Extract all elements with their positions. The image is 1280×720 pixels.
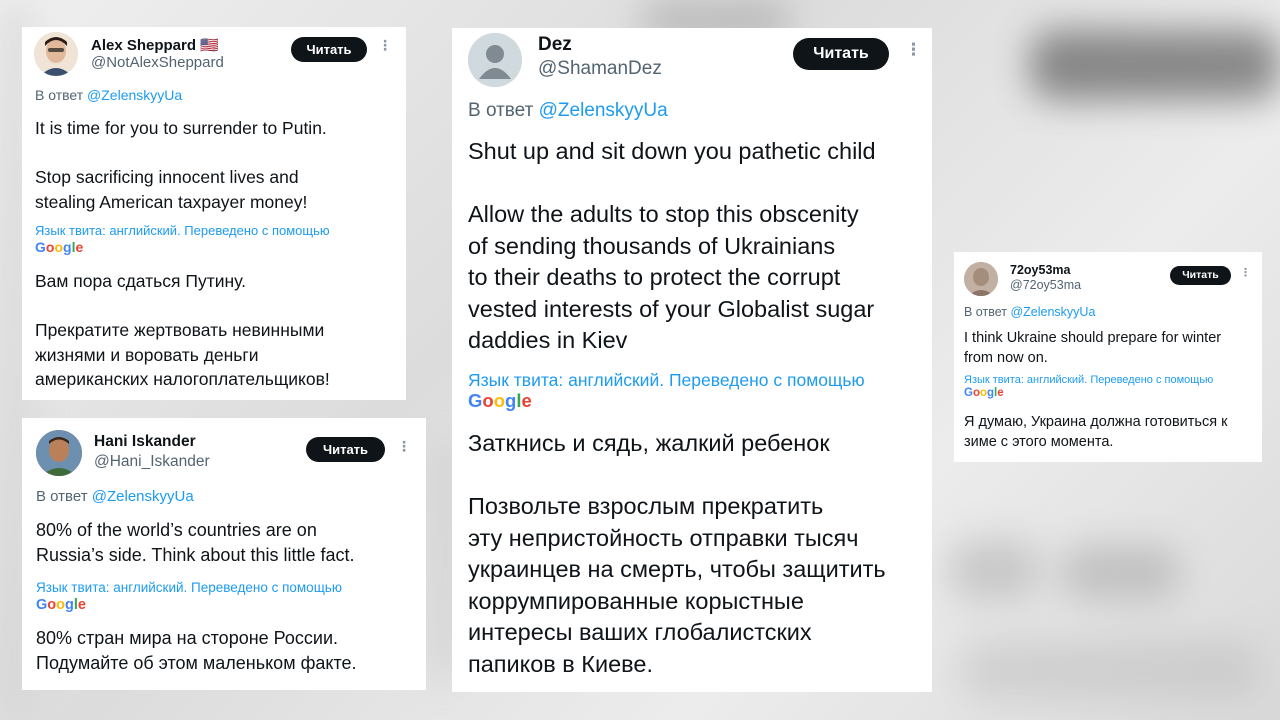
display-name[interactable]: Alex Sheppard 🇺🇸 bbox=[91, 36, 219, 54]
more-options-icon[interactable]: ⋮ bbox=[905, 40, 922, 60]
reply-mention-link[interactable]: @ZelenskyyUa bbox=[1010, 305, 1095, 319]
display-name[interactable]: Hani Iskander bbox=[94, 433, 196, 451]
google-logo-icon: Google bbox=[964, 387, 1004, 399]
display-name-text: Alex Sheppard bbox=[91, 37, 197, 54]
photo-avatar-icon bbox=[964, 262, 998, 296]
blurred-shape bbox=[1030, 30, 1280, 100]
avatar[interactable] bbox=[964, 262, 998, 296]
avatar[interactable] bbox=[36, 430, 82, 476]
default-profile-icon bbox=[468, 33, 522, 87]
more-options-icon[interactable]: ⋮ bbox=[378, 37, 392, 54]
avatar[interactable] bbox=[468, 33, 522, 87]
more-options-icon[interactable]: ⋮ bbox=[1240, 266, 1251, 279]
more-options-icon[interactable]: ⋮ bbox=[397, 438, 411, 455]
blurred-shape bbox=[960, 640, 1260, 700]
display-name[interactable]: 72oy53ma bbox=[1010, 263, 1070, 277]
person-avatar-icon bbox=[36, 430, 82, 476]
reply-prefix: В ответ bbox=[468, 100, 534, 121]
google-logo-icon: Google bbox=[35, 239, 84, 255]
follow-button[interactable]: Читать bbox=[793, 38, 889, 70]
user-handle[interactable]: @NotAlexSheppard bbox=[91, 54, 224, 71]
display-name[interactable]: Dez bbox=[538, 34, 572, 56]
reply-context: В ответ @ZelenskyyUa bbox=[36, 488, 194, 505]
tweet-text: It is time for you to surrender to Putin… bbox=[35, 118, 327, 212]
tweet-text: Shut up and sit down you pathetic child … bbox=[468, 138, 876, 353]
user-handle[interactable]: @72oy53ma bbox=[1010, 278, 1081, 292]
google-logo-icon: Google bbox=[36, 597, 86, 613]
tweet-card-72oy53ma: 72oy53ma @72oy53ma Читать ⋮ В ответ @Zel… bbox=[954, 252, 1262, 462]
reply-context: В ответ @ZelenskyyUa bbox=[468, 100, 668, 122]
translated-text: 80% стран мира на стороне России. Подума… bbox=[36, 628, 357, 673]
tweet-text: 80% of the world’s countries are on Russ… bbox=[36, 520, 355, 565]
reply-context: В ответ @ZelenskyyUa bbox=[35, 87, 182, 103]
tweet-card-hani-iskander: Hani Iskander @Hani_Iskander Читать ⋮ В … bbox=[22, 418, 426, 690]
blurred-shape bbox=[950, 540, 1040, 600]
translated-text: Я думаю, Украина должна готовиться к зим… bbox=[964, 414, 1228, 450]
tweet-card-dez: Dez @ShamanDez Читать ⋮ В ответ @Zelensk… bbox=[452, 28, 932, 692]
translation-note[interactable]: Язык твита: английский. Переведено с пом… bbox=[468, 370, 865, 391]
user-handle[interactable]: @ShamanDez bbox=[538, 58, 662, 80]
reply-prefix: В ответ bbox=[36, 488, 88, 505]
translation-note[interactable]: Язык твита: английский. Переведено с пом… bbox=[964, 374, 1213, 386]
follow-button[interactable]: Читать bbox=[1170, 266, 1231, 285]
translated-text: Вам пора сдаться Путину. Прекратите жерт… bbox=[35, 271, 330, 389]
reply-mention-link[interactable]: @ZelenskyyUa bbox=[87, 87, 182, 103]
flag-icon: 🇺🇸 bbox=[200, 37, 219, 54]
tweet-card-alex-sheppard: Alex Sheppard 🇺🇸 @NotAlexSheppard Читать… bbox=[22, 27, 406, 400]
translation-note[interactable]: Язык твита: английский. Переведено с пом… bbox=[35, 223, 330, 238]
follow-button[interactable]: Читать bbox=[291, 37, 367, 62]
reply-prefix: В ответ bbox=[35, 87, 84, 103]
google-logo-icon: Google bbox=[468, 390, 532, 411]
user-handle[interactable]: @Hani_Iskander bbox=[94, 453, 210, 471]
person-avatar-icon bbox=[34, 32, 78, 76]
tweet-text: I think Ukraine should prepare for winte… bbox=[964, 330, 1222, 366]
reply-mention-link[interactable]: @ZelenskyyUa bbox=[92, 488, 194, 505]
blurred-shape bbox=[1060, 545, 1180, 600]
reply-prefix: В ответ bbox=[964, 305, 1007, 319]
reply-context: В ответ @ZelenskyyUa bbox=[964, 305, 1095, 319]
reply-mention-link[interactable]: @ZelenskyyUa bbox=[539, 100, 668, 121]
follow-button[interactable]: Читать bbox=[306, 437, 385, 462]
translation-note[interactable]: Язык твита: английский. Переведено с пом… bbox=[36, 580, 342, 595]
translated-text: Заткнись и сядь, жалкий ребенок Позвольт… bbox=[468, 430, 886, 677]
avatar[interactable] bbox=[34, 32, 78, 76]
